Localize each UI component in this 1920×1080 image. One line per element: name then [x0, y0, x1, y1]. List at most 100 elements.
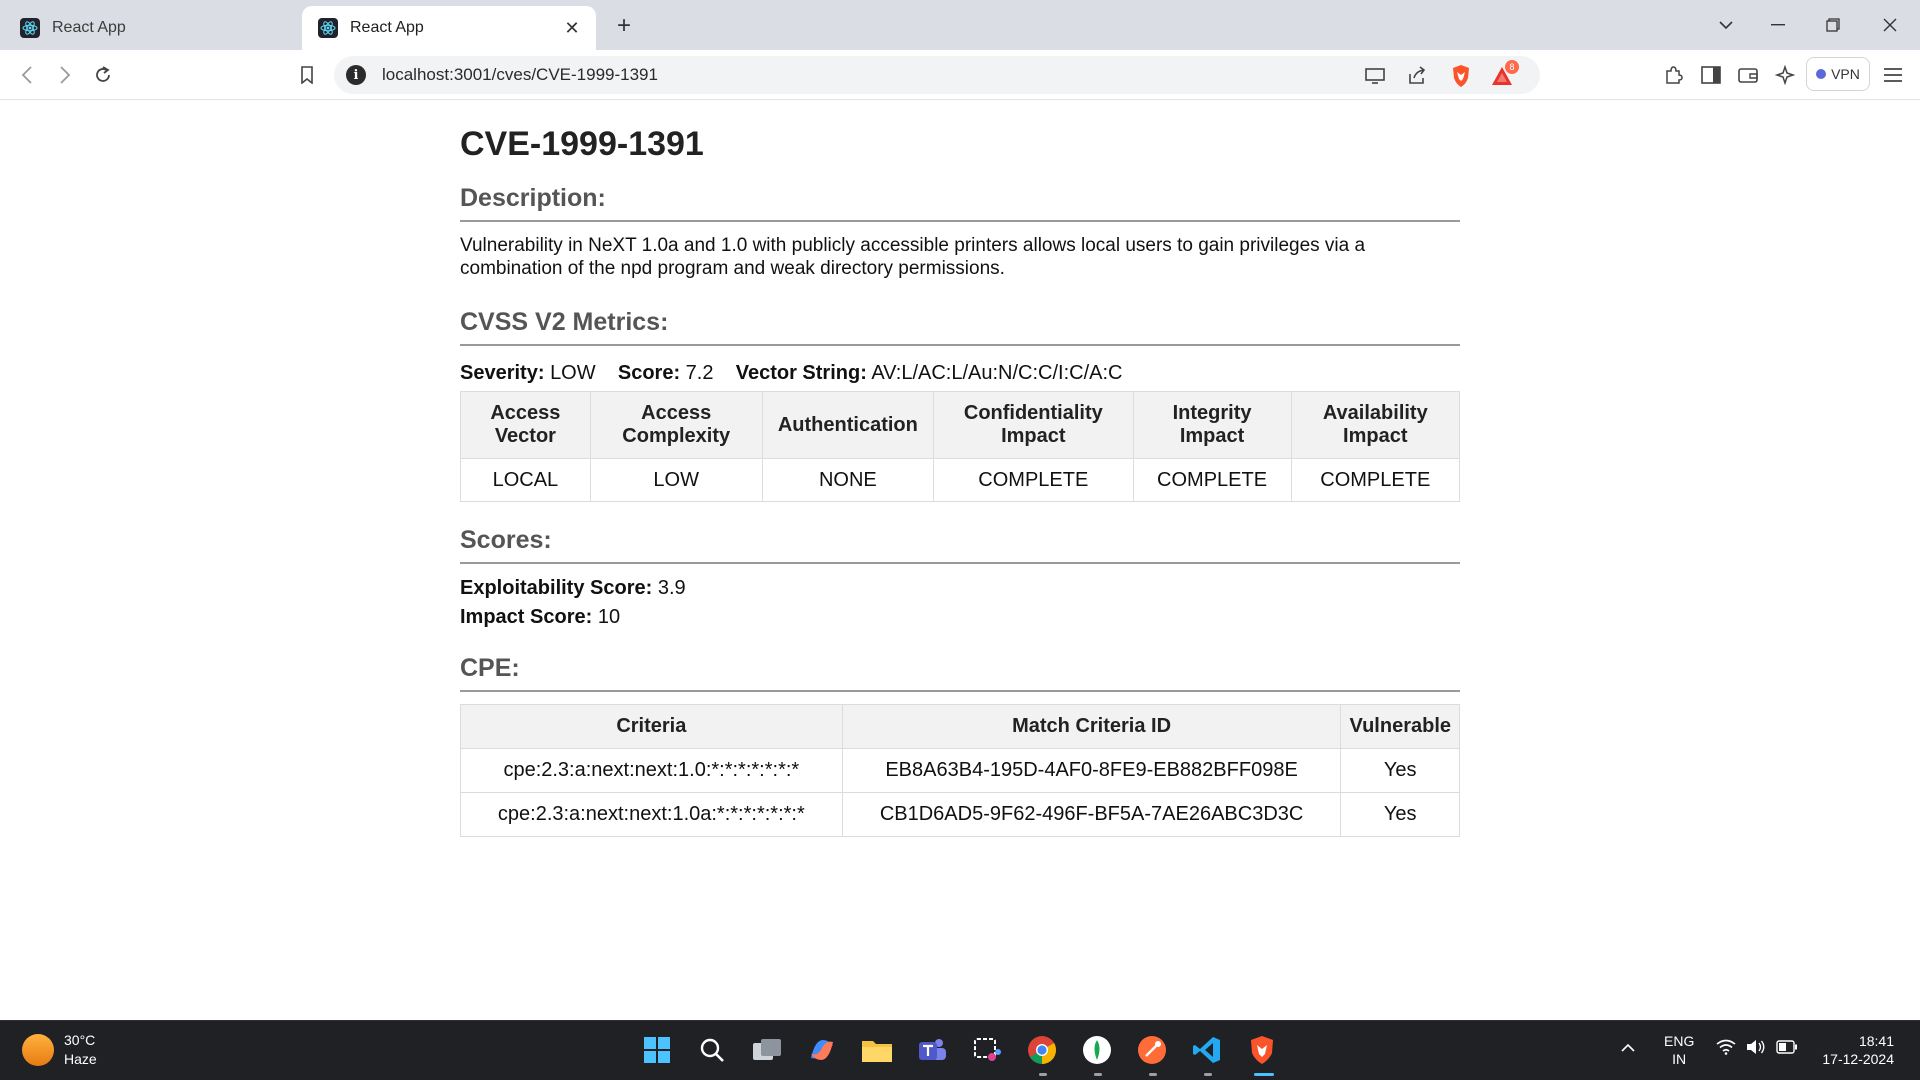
vector-label: Vector String: — [735, 362, 867, 384]
vpn-button[interactable]: VPN — [1806, 57, 1870, 91]
scores-heading: Scores: — [460, 524, 1460, 564]
vpn-status-icon — [1816, 69, 1827, 79]
region-code: IN — [1672, 1051, 1687, 1067]
site-info-icon[interactable]: i — [346, 65, 366, 85]
sidebar-icon[interactable] — [1696, 60, 1726, 90]
brave-browser-icon[interactable] — [1245, 1033, 1279, 1067]
address-bar[interactable]: i localhost:3001/cves/CVE-1999-1391 8 — [334, 56, 1540, 94]
cpe-table: Criteria Match Criteria ID Vulnerable cp… — [460, 704, 1460, 837]
tab-react-app-1[interactable]: React App — [4, 6, 296, 50]
volume-icon[interactable] — [1746, 1039, 1766, 1059]
file-explorer-icon[interactable] — [860, 1033, 894, 1067]
browser-tab-strip: React App React App ✕ + — [0, 0, 1920, 50]
cpe-heading: CPE: — [460, 652, 1460, 692]
react-favicon-icon — [318, 18, 338, 38]
leo-ai-icon[interactable] — [1770, 60, 1800, 90]
cvss-summary: Severity: LOW Score: 7.2 Vector String: … — [460, 362, 1460, 385]
tab-title: React App — [52, 19, 126, 36]
forward-icon[interactable] — [50, 60, 80, 90]
severity-value: LOW — [550, 362, 596, 384]
metrics-header-cell: Confidentiality Impact — [933, 391, 1134, 459]
vpn-label: VPN — [1831, 66, 1860, 82]
close-window-icon[interactable] — [1872, 8, 1908, 42]
vscode-icon[interactable] — [1190, 1033, 1224, 1067]
postman-running-indicator — [1149, 1073, 1157, 1076]
table-row: cpe:2.3:a:next:next:1.0:*:*:*:*:*:*:* EB… — [460, 748, 1460, 793]
language-indicator[interactable]: ENG IN — [1664, 1032, 1694, 1068]
tab-react-app-2[interactable]: React App ✕ — [302, 6, 596, 50]
cpe-header-row: Criteria Match Criteria ID Vulnerable — [460, 704, 1460, 749]
cve-detail-page: CVE-1999-1391 Description: Vulnerability… — [460, 100, 1461, 837]
clock-time: 18:41 — [1858, 1033, 1894, 1049]
metrics-value-cell: COMPLETE — [1132, 458, 1292, 502]
metrics-header-cell: Authentication — [761, 391, 935, 459]
close-tab-icon[interactable]: ✕ — [560, 16, 584, 40]
exploitability-score: Exploitability Score: 3.9 — [460, 574, 1460, 603]
weather-condition: Haze — [64, 1051, 97, 1067]
brave-active-indicator — [1254, 1073, 1274, 1076]
metrics-value-cell: LOW — [589, 458, 763, 502]
new-tab-button[interactable]: + — [610, 12, 638, 40]
tab-search-chevron-icon[interactable] — [1708, 8, 1744, 42]
metrics-header-cell: Access Complexity — [589, 391, 763, 459]
exploitability-value: 3.9 — [657, 577, 686, 599]
weather-temperature: 30°C — [64, 1032, 96, 1048]
cpe-match-id-cell: CB1D6AD5-9F62-496F-BF5A-7AE26ABC3D3C — [841, 792, 1342, 837]
impact-label: Impact Score: — [460, 606, 593, 628]
metrics-header-cell: Integrity Impact — [1132, 391, 1292, 459]
minimize-icon[interactable] — [1760, 8, 1796, 42]
cast-icon[interactable] — [1362, 63, 1388, 89]
cvss-heading: CVSS V2 Metrics: — [460, 306, 1460, 346]
url-text[interactable]: localhost:3001/cves/CVE-1999-1391 — [382, 65, 658, 85]
severity-label: Severity: — [460, 362, 545, 384]
cpe-criteria-cell: cpe:2.3:a:next:next:1.0:*:*:*:*:*:*:* — [460, 748, 843, 793]
extensions-icon[interactable] — [1658, 60, 1688, 90]
brave-rewards-icon[interactable]: 8 — [1490, 60, 1519, 89]
description-text: Vulnerability in NeXT 1.0a and 1.0 with … — [460, 235, 1366, 279]
search-icon[interactable] — [695, 1033, 729, 1067]
restore-icon[interactable] — [1815, 8, 1851, 42]
browser-toolbar: i localhost:3001/cves/CVE-1999-1391 8 VP… — [0, 50, 1920, 100]
windows-taskbar: 30°C Haze ENG IN 18:41 17-12-2024 — [0, 1020, 1920, 1080]
start-icon[interactable] — [640, 1033, 674, 1067]
battery-icon[interactable] — [1776, 1040, 1798, 1058]
brave-shields-icon[interactable] — [1448, 63, 1474, 89]
menu-icon[interactable] — [1878, 60, 1908, 90]
clock[interactable]: 18:41 17-12-2024 — [1810, 1032, 1894, 1068]
cpe-vulnerable-cell: Yes — [1340, 748, 1460, 793]
table-row: cpe:2.3:a:next:next:1.0a:*:*:*:*:*:*:* C… — [460, 792, 1460, 837]
mongodb-compass-icon[interactable] — [1080, 1033, 1114, 1067]
teams-icon[interactable] — [915, 1033, 949, 1067]
wallet-icon[interactable] — [1733, 60, 1763, 90]
table-row: LOCAL LOW NONE COMPLETE COMPLETE COMPLET… — [460, 458, 1461, 502]
chrome-icon[interactable] — [1025, 1033, 1059, 1067]
cvss-metrics-table: Access Vector Access Complexity Authenti… — [460, 391, 1461, 502]
cpe-header-cell: Vulnerable — [1340, 704, 1460, 749]
score-value: 7.2 — [685, 362, 714, 384]
clock-date: 17-12-2024 — [1822, 1051, 1894, 1067]
react-favicon-icon — [20, 18, 40, 38]
wifi-icon[interactable] — [1716, 1039, 1736, 1059]
weather-widget[interactable]: 30°C Haze — [22, 1031, 97, 1069]
copilot-icon[interactable] — [805, 1033, 839, 1067]
metrics-header-row: Access Vector Access Complexity Authenti… — [460, 391, 1461, 459]
bookmark-icon[interactable] — [292, 60, 322, 90]
compass-running-indicator — [1094, 1073, 1102, 1076]
vscode-running-indicator — [1204, 1073, 1212, 1076]
chrome-running-indicator — [1039, 1073, 1047, 1076]
page-title: CVE-1999-1391 — [460, 125, 704, 163]
back-icon[interactable] — [12, 60, 42, 90]
impact-score: Impact Score: 10 — [460, 603, 1460, 632]
reload-icon[interactable] — [88, 60, 118, 90]
metrics-value-cell: LOCAL — [460, 458, 591, 502]
snipping-tool-icon[interactable] — [970, 1033, 1004, 1067]
show-hidden-icons-chevron-icon[interactable] — [1620, 1039, 1636, 1057]
task-view-icon[interactable] — [750, 1033, 784, 1067]
postman-icon[interactable] — [1135, 1033, 1169, 1067]
cpe-criteria-cell: cpe:2.3:a:next:next:1.0a:*:*:*:*:*:*:* — [460, 792, 843, 837]
cpe-vulnerable-cell: Yes — [1340, 792, 1460, 837]
score-label: Score: — [617, 362, 681, 384]
notification-count-badge: 8 — [1505, 60, 1519, 74]
share-icon[interactable] — [1404, 63, 1430, 89]
vector-value: AV:L/AC:L/Au:N/C:C/I:C/A:C — [871, 362, 1123, 384]
